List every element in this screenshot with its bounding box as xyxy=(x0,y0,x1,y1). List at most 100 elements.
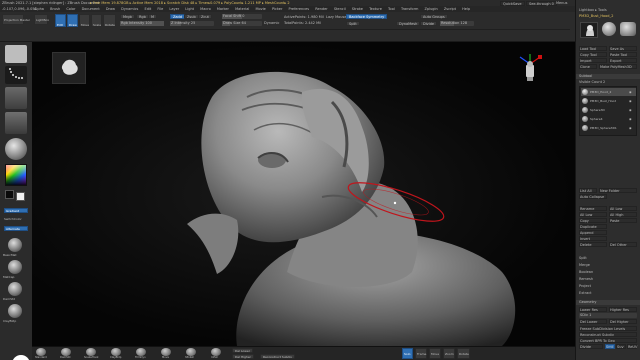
scale-mode-button[interactable]: Scale xyxy=(91,14,102,27)
dynamic-toggle[interactable]: Dynamic xyxy=(264,21,279,26)
draw-size-slider[interactable]: Draw Size 64 xyxy=(222,21,262,26)
convert-bpr-button[interactable]: Convert BPR To Geo xyxy=(579,338,637,343)
sdiv-slider[interactable]: SDiv 1 xyxy=(579,313,637,318)
del-lower-button[interactable]: Del Lower xyxy=(579,319,607,324)
subtool-row-selected[interactable]: PM3D_Hood_2 ◉ xyxy=(581,88,636,96)
lower-res-button[interactable]: Lower Res xyxy=(579,307,607,312)
subtool-row[interactable]: Sphere3D ◉ xyxy=(581,106,636,114)
list-all-button[interactable]: List All xyxy=(579,188,597,193)
material-sphere-icon[interactable] xyxy=(5,138,27,160)
delete-button[interactable]: Delete xyxy=(579,242,607,247)
eye-icon[interactable]: ◉ xyxy=(629,126,632,130)
eye-icon[interactable]: ◉ xyxy=(629,117,632,121)
focal-shift-slider[interactable]: Focal Shift 0 xyxy=(222,14,262,19)
main-color-swatch[interactable] xyxy=(5,190,14,199)
brush-preview-3-icon[interactable] xyxy=(8,282,22,296)
del-higher-button[interactable]: Del Higher xyxy=(609,319,637,324)
brush-move-icon[interactable] xyxy=(161,348,171,356)
brush-standard-icon[interactable] xyxy=(36,348,46,356)
sdiv-lower-button[interactable]: Del Lower xyxy=(232,348,253,353)
divide-geometry-button[interactable]: Divide xyxy=(579,344,603,349)
brush-trimdyn-icon[interactable] xyxy=(136,348,146,356)
rgb-intensity-slider[interactable]: Rgb Intensity 100 xyxy=(120,21,164,26)
tool-thumbnail[interactable] xyxy=(580,22,598,38)
frame-button[interactable]: Frame xyxy=(415,348,427,359)
see-through-slider[interactable]: See-through 0 xyxy=(526,0,557,6)
polymesh-tool-icon[interactable] xyxy=(620,22,636,36)
boolean-menu[interactable]: Boolean xyxy=(579,270,593,275)
solo-button[interactable]: Solo xyxy=(402,348,413,359)
lightbox-button[interactable]: LightBox xyxy=(34,14,49,25)
append-button[interactable]: Append xyxy=(579,230,607,235)
save-as-button[interactable]: Save As xyxy=(609,46,637,51)
paste-button[interactable]: Paste xyxy=(609,218,637,223)
reconstruct-button[interactable]: Reconstruct Subdiv xyxy=(260,354,296,359)
extract-menu[interactable]: Extract xyxy=(579,291,592,296)
split-button[interactable]: Split xyxy=(346,21,360,26)
split-menu[interactable]: Split xyxy=(579,256,587,261)
zsub-button[interactable]: Zsub xyxy=(184,14,199,19)
lazy-mouse-toggle[interactable]: Lazy Mouse xyxy=(326,15,346,20)
projection-master-button[interactable]: Projection Master xyxy=(2,14,30,25)
auto-collapse-button[interactable]: Auto Collapse xyxy=(579,194,607,199)
del-other-button[interactable]: Del Other xyxy=(609,242,637,247)
move-mode-button[interactable]: Move xyxy=(79,14,90,27)
brush-preview-1-icon[interactable] xyxy=(8,238,22,252)
eye-icon[interactable]: ◉ xyxy=(629,90,632,94)
all-low-button[interactable]: All Low xyxy=(579,212,607,217)
rotate-mode-button[interactable]: Rotate xyxy=(103,14,116,27)
higher-res-button[interactable]: Higher Res xyxy=(609,307,637,312)
remesh-menu[interactable]: Remesh xyxy=(579,277,593,282)
brush-inflat-icon[interactable] xyxy=(211,348,221,356)
reuv-toggle[interactable]: ReUV xyxy=(627,344,637,349)
subtool-row[interactable]: PM3D_Bust_Hood ◉ xyxy=(581,97,636,105)
z-intensity-slider[interactable]: Z Intensity 25 xyxy=(170,21,214,26)
brush-preview-2-icon[interactable] xyxy=(8,260,22,274)
make-polymesh-button[interactable]: Make PolyMesh3D xyxy=(599,64,637,69)
copy-button[interactable]: Copy xyxy=(579,218,607,223)
freeze-subdivision-button[interactable]: Freeze SubDivision Levels xyxy=(579,326,637,331)
zoom-view-button[interactable]: Zoom xyxy=(443,348,455,359)
project-menu[interactable]: Project xyxy=(579,284,591,289)
geometry-header[interactable]: Geometry xyxy=(576,300,640,305)
brush-claybldp-icon[interactable] xyxy=(111,348,121,356)
export-button[interactable]: Export xyxy=(609,58,637,63)
color-picker[interactable] xyxy=(5,164,27,186)
sculpt-model[interactable] xyxy=(32,42,575,346)
rotate-view-button[interactable]: Rotate xyxy=(457,348,470,359)
viewport-canvas[interactable] xyxy=(32,42,575,346)
texture-thumbnail[interactable] xyxy=(5,112,27,134)
eye-icon[interactable]: ◉ xyxy=(629,108,632,112)
alternate-button[interactable]: Alternate xyxy=(4,226,28,231)
eye-icon[interactable]: ◉ xyxy=(629,99,632,103)
rename-button[interactable]: Rename xyxy=(579,206,607,211)
brush-damstd-icon[interactable] xyxy=(61,348,71,356)
zadd-button[interactable]: Zadd xyxy=(170,14,185,19)
quicksave-button[interactable]: QuickSave xyxy=(500,0,525,6)
copy-tool-button[interactable]: Copy Tool xyxy=(579,52,607,57)
rgb-button[interactable]: Rgb xyxy=(136,14,149,19)
backface-symmetry-toggle[interactable]: Backface Symmetry xyxy=(346,14,388,19)
subtool-row[interactable]: Sphere4 ◉ xyxy=(581,115,636,123)
auto-groups-button[interactable]: Auto Groups xyxy=(420,14,448,19)
new-folder-button[interactable]: New Folder xyxy=(599,188,637,193)
resolution-slider[interactable]: Resolution 128 xyxy=(440,21,474,26)
brush-preview-4-icon[interactable] xyxy=(8,304,22,318)
brush-snakehook-icon[interactable] xyxy=(86,348,96,356)
load-tool-button[interactable]: Load Tool xyxy=(579,46,607,51)
dynamesh-button[interactable]: DynaMesh xyxy=(396,21,421,26)
subtool-row[interactable]: PM3D_Sphere3D1 ◉ xyxy=(581,124,636,132)
visible-count-slider[interactable]: Visible Count 2 xyxy=(579,80,605,85)
gradient-button[interactable]: Gradient xyxy=(4,208,28,213)
paste-tool-button[interactable]: Paste Tool xyxy=(609,52,637,57)
reconstruct-subdiv-button[interactable]: Reconstruct Subdiv xyxy=(579,332,637,337)
clone-button[interactable]: Clone xyxy=(579,64,597,69)
insert-button[interactable]: Insert xyxy=(579,236,607,241)
import-button[interactable]: Import xyxy=(579,58,607,63)
move-view-button[interactable]: Move xyxy=(429,348,441,359)
brush-hpolish-icon[interactable] xyxy=(186,348,196,356)
sphere-tool-icon[interactable] xyxy=(602,22,616,36)
duplicate-button[interactable]: Duplicate xyxy=(579,224,607,229)
edit-mode-button[interactable]: Edit xyxy=(55,14,66,27)
all-high-button[interactable]: All High xyxy=(609,212,637,217)
